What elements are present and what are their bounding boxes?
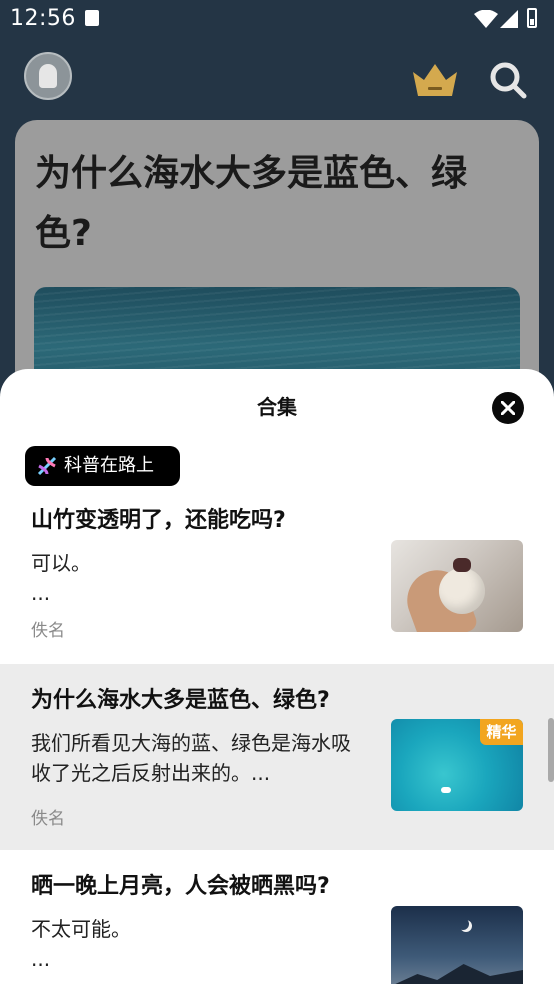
item-excerpt: 不太可能。 ...	[31, 914, 381, 974]
excerpt-line: ...	[31, 581, 51, 605]
collection-tag[interactable]: 科普在路上	[25, 446, 180, 486]
close-icon	[501, 401, 515, 415]
item-thumbnail: 精华	[391, 719, 523, 811]
list-item[interactable]: 山竹变透明了，还能吃吗? 可以。 ... 佚名	[0, 492, 554, 662]
list-item[interactable]: 晒一晚上月亮，人会被晒黑吗? 不太可能。 ...	[0, 852, 554, 984]
list-item-active[interactable]: 为什么海水大多是蓝色、绿色? 我们所看见大海的蓝、绿色是海水吸 收了光之后反射出…	[0, 664, 554, 850]
featured-badge: 精华	[480, 719, 523, 745]
excerpt-line: 不太可能。	[31, 917, 131, 941]
item-author: 佚名	[31, 621, 65, 641]
item-thumbnail	[391, 906, 523, 984]
item-excerpt: 可以。 ...	[31, 548, 381, 608]
item-excerpt: 我们所看见大海的蓝、绿色是海水吸 收了光之后反射出来的。...	[31, 728, 381, 788]
excerpt-line: ...	[31, 947, 51, 971]
item-title: 山竹变透明了，还能吃吗?	[31, 508, 286, 533]
article-title: 为什么海水大多是蓝色、绿色?	[35, 153, 468, 254]
avatar[interactable]	[24, 52, 72, 100]
item-thumbnail	[391, 540, 523, 632]
search-icon[interactable]	[488, 60, 528, 100]
boat-shape	[441, 787, 451, 793]
status-bar: 12:56	[0, 0, 554, 38]
excerpt-line: 收了光之后反射出来的。...	[31, 761, 271, 785]
item-title: 为什么海水大多是蓝色、绿色?	[31, 688, 330, 713]
avatar-face-icon	[39, 64, 57, 88]
status-time: 12:56	[10, 6, 76, 31]
item-title: 晒一晚上月亮，人会被晒黑吗?	[31, 874, 330, 899]
excerpt-line: 我们所看见大海的蓝、绿色是海水吸	[31, 731, 351, 755]
battery-icon	[527, 8, 537, 28]
mangosteen-shape	[439, 568, 485, 614]
close-button[interactable]	[492, 392, 524, 424]
wifi-icon	[474, 10, 498, 28]
collection-sheet: 合集 科普在路上 山竹变透明了，还能吃吗? 可以。 ... 佚名 为什么海水大多…	[0, 369, 554, 984]
signal-icon	[500, 10, 518, 28]
tag-label: 科普在路上	[64, 455, 154, 476]
mangosteen-cap	[453, 558, 471, 572]
crown-icon[interactable]	[410, 60, 460, 100]
scrollbar[interactable]	[548, 718, 554, 782]
excerpt-line: 可以。	[31, 551, 91, 575]
moon-icon	[457, 918, 469, 930]
sheet-title: 合集	[257, 395, 297, 419]
notification-a-icon	[85, 10, 99, 26]
dna-icon	[37, 456, 57, 476]
mountain-shape	[391, 964, 523, 984]
item-author: 佚名	[31, 809, 65, 829]
